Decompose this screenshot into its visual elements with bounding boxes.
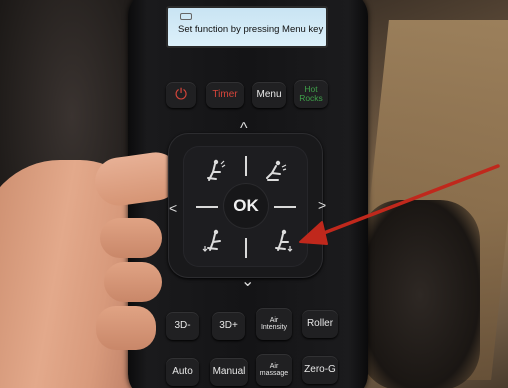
air-massage-label: Air massage xyxy=(259,362,289,377)
right-arrow-button[interactable]: > xyxy=(318,197,326,213)
finger xyxy=(100,218,162,258)
auto-button[interactable]: Auto xyxy=(166,358,199,386)
roller-label: Roller xyxy=(306,317,334,329)
menu-label: Menu xyxy=(256,88,282,100)
down-arrow-button[interactable]: ⌄ xyxy=(241,271,254,291)
3d-plus-label: 3D+ xyxy=(219,319,238,331)
3d-plus-button[interactable]: 3D+ xyxy=(212,312,245,340)
up-arrow-button[interactable]: ^ xyxy=(240,120,248,138)
3d-minus-button[interactable]: 3D- xyxy=(166,312,199,340)
timer-button[interactable]: Timer xyxy=(206,82,244,108)
left-arrow-button[interactable]: < xyxy=(169,200,177,216)
menu-button[interactable]: Menu xyxy=(252,82,286,108)
hot-rocks-label: Hot Rocks xyxy=(299,84,323,103)
recline-back-down-icon[interactable] xyxy=(262,158,288,184)
auto-label: Auto xyxy=(172,365,193,377)
recline-legs-up-icon[interactable] xyxy=(202,228,228,254)
manual-label: Manual xyxy=(212,365,246,377)
zero-g-button[interactable]: Zero-G xyxy=(302,356,338,384)
display-text: Set function by pressing Menu key xyxy=(178,24,324,35)
power-icon: ⏻ xyxy=(175,86,187,104)
ok-button[interactable]: OK xyxy=(224,184,268,228)
hot-rocks-button[interactable]: Hot Rocks xyxy=(294,80,328,108)
3d-minus-label: 3D- xyxy=(174,319,191,331)
air-intensity-button[interactable]: Air Intensity xyxy=(256,308,292,340)
power-button[interactable]: ⏻ xyxy=(166,82,196,108)
display-status-icon xyxy=(180,13,192,20)
finger xyxy=(96,306,156,350)
manual-button[interactable]: Manual xyxy=(210,358,248,386)
roller-button[interactable]: Roller xyxy=(302,310,338,338)
air-massage-button[interactable]: Air massage xyxy=(256,354,292,386)
lcd-display: Set function by pressing Menu key xyxy=(166,6,328,48)
divider-line xyxy=(245,238,247,258)
divider-line xyxy=(274,206,296,208)
timer-label: Timer xyxy=(212,88,238,100)
recline-legs-down-icon[interactable] xyxy=(270,228,296,254)
dark-object xyxy=(360,200,480,388)
zero-g-label: Zero-G xyxy=(304,363,336,375)
finger xyxy=(104,262,162,302)
recline-back-up-icon[interactable] xyxy=(202,158,228,184)
photo-scene: Set function by pressing Menu key ⏻ Time… xyxy=(0,0,508,388)
air-intensity-label: Air Intensity xyxy=(260,316,288,331)
divider-line xyxy=(245,156,247,176)
divider-line xyxy=(196,206,218,208)
